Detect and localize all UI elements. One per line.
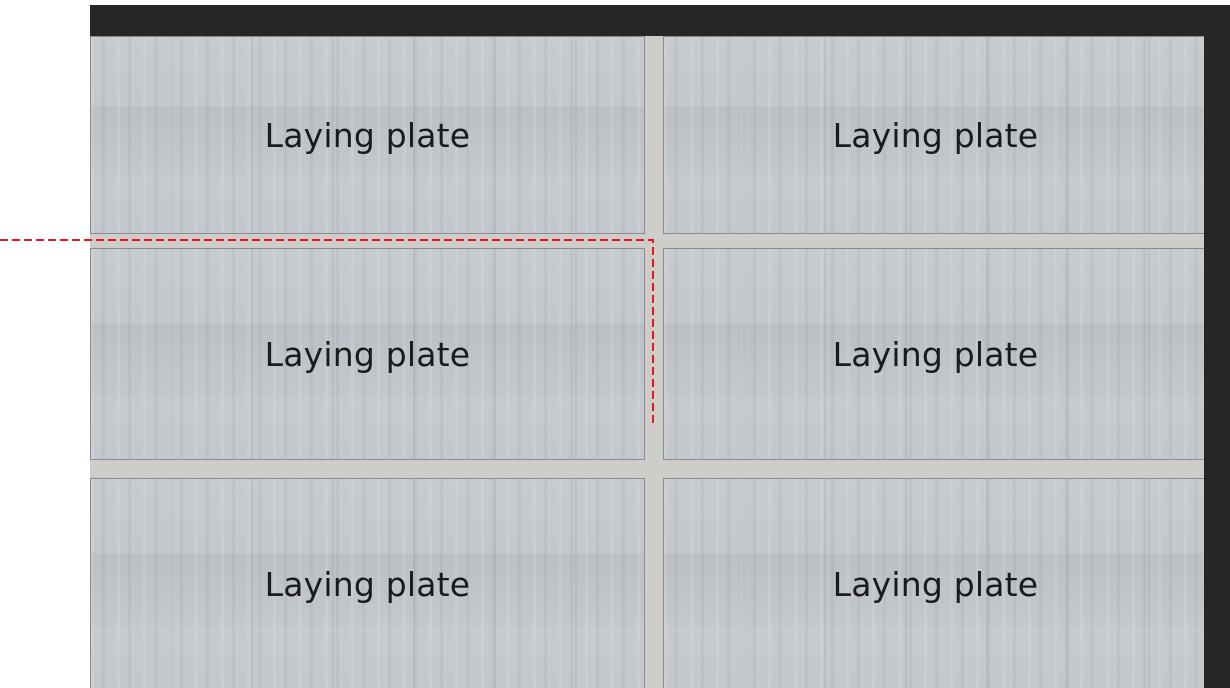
- plate-label: Laying plate: [832, 115, 1039, 155]
- plate-label: Laying plate: [264, 115, 471, 155]
- plate-label: Laying plate: [832, 334, 1039, 374]
- laying-plate-middle-right: Laying plate: [663, 248, 1204, 460]
- floor-surface: Laying plate Laying plate Laying plate L…: [90, 36, 1204, 688]
- laying-plate-bottom-left: Laying plate: [90, 478, 645, 688]
- laying-plate-top-right: Laying plate: [663, 36, 1204, 234]
- plate-label: Laying plate: [264, 564, 471, 604]
- plate-label: Laying plate: [264, 334, 471, 374]
- laying-plate-top-left: Laying plate: [90, 36, 645, 234]
- plate-label: Laying plate: [832, 564, 1039, 604]
- laying-plate-middle-left: Laying plate: [90, 248, 645, 460]
- laying-plate-bottom-right: Laying plate: [663, 478, 1204, 688]
